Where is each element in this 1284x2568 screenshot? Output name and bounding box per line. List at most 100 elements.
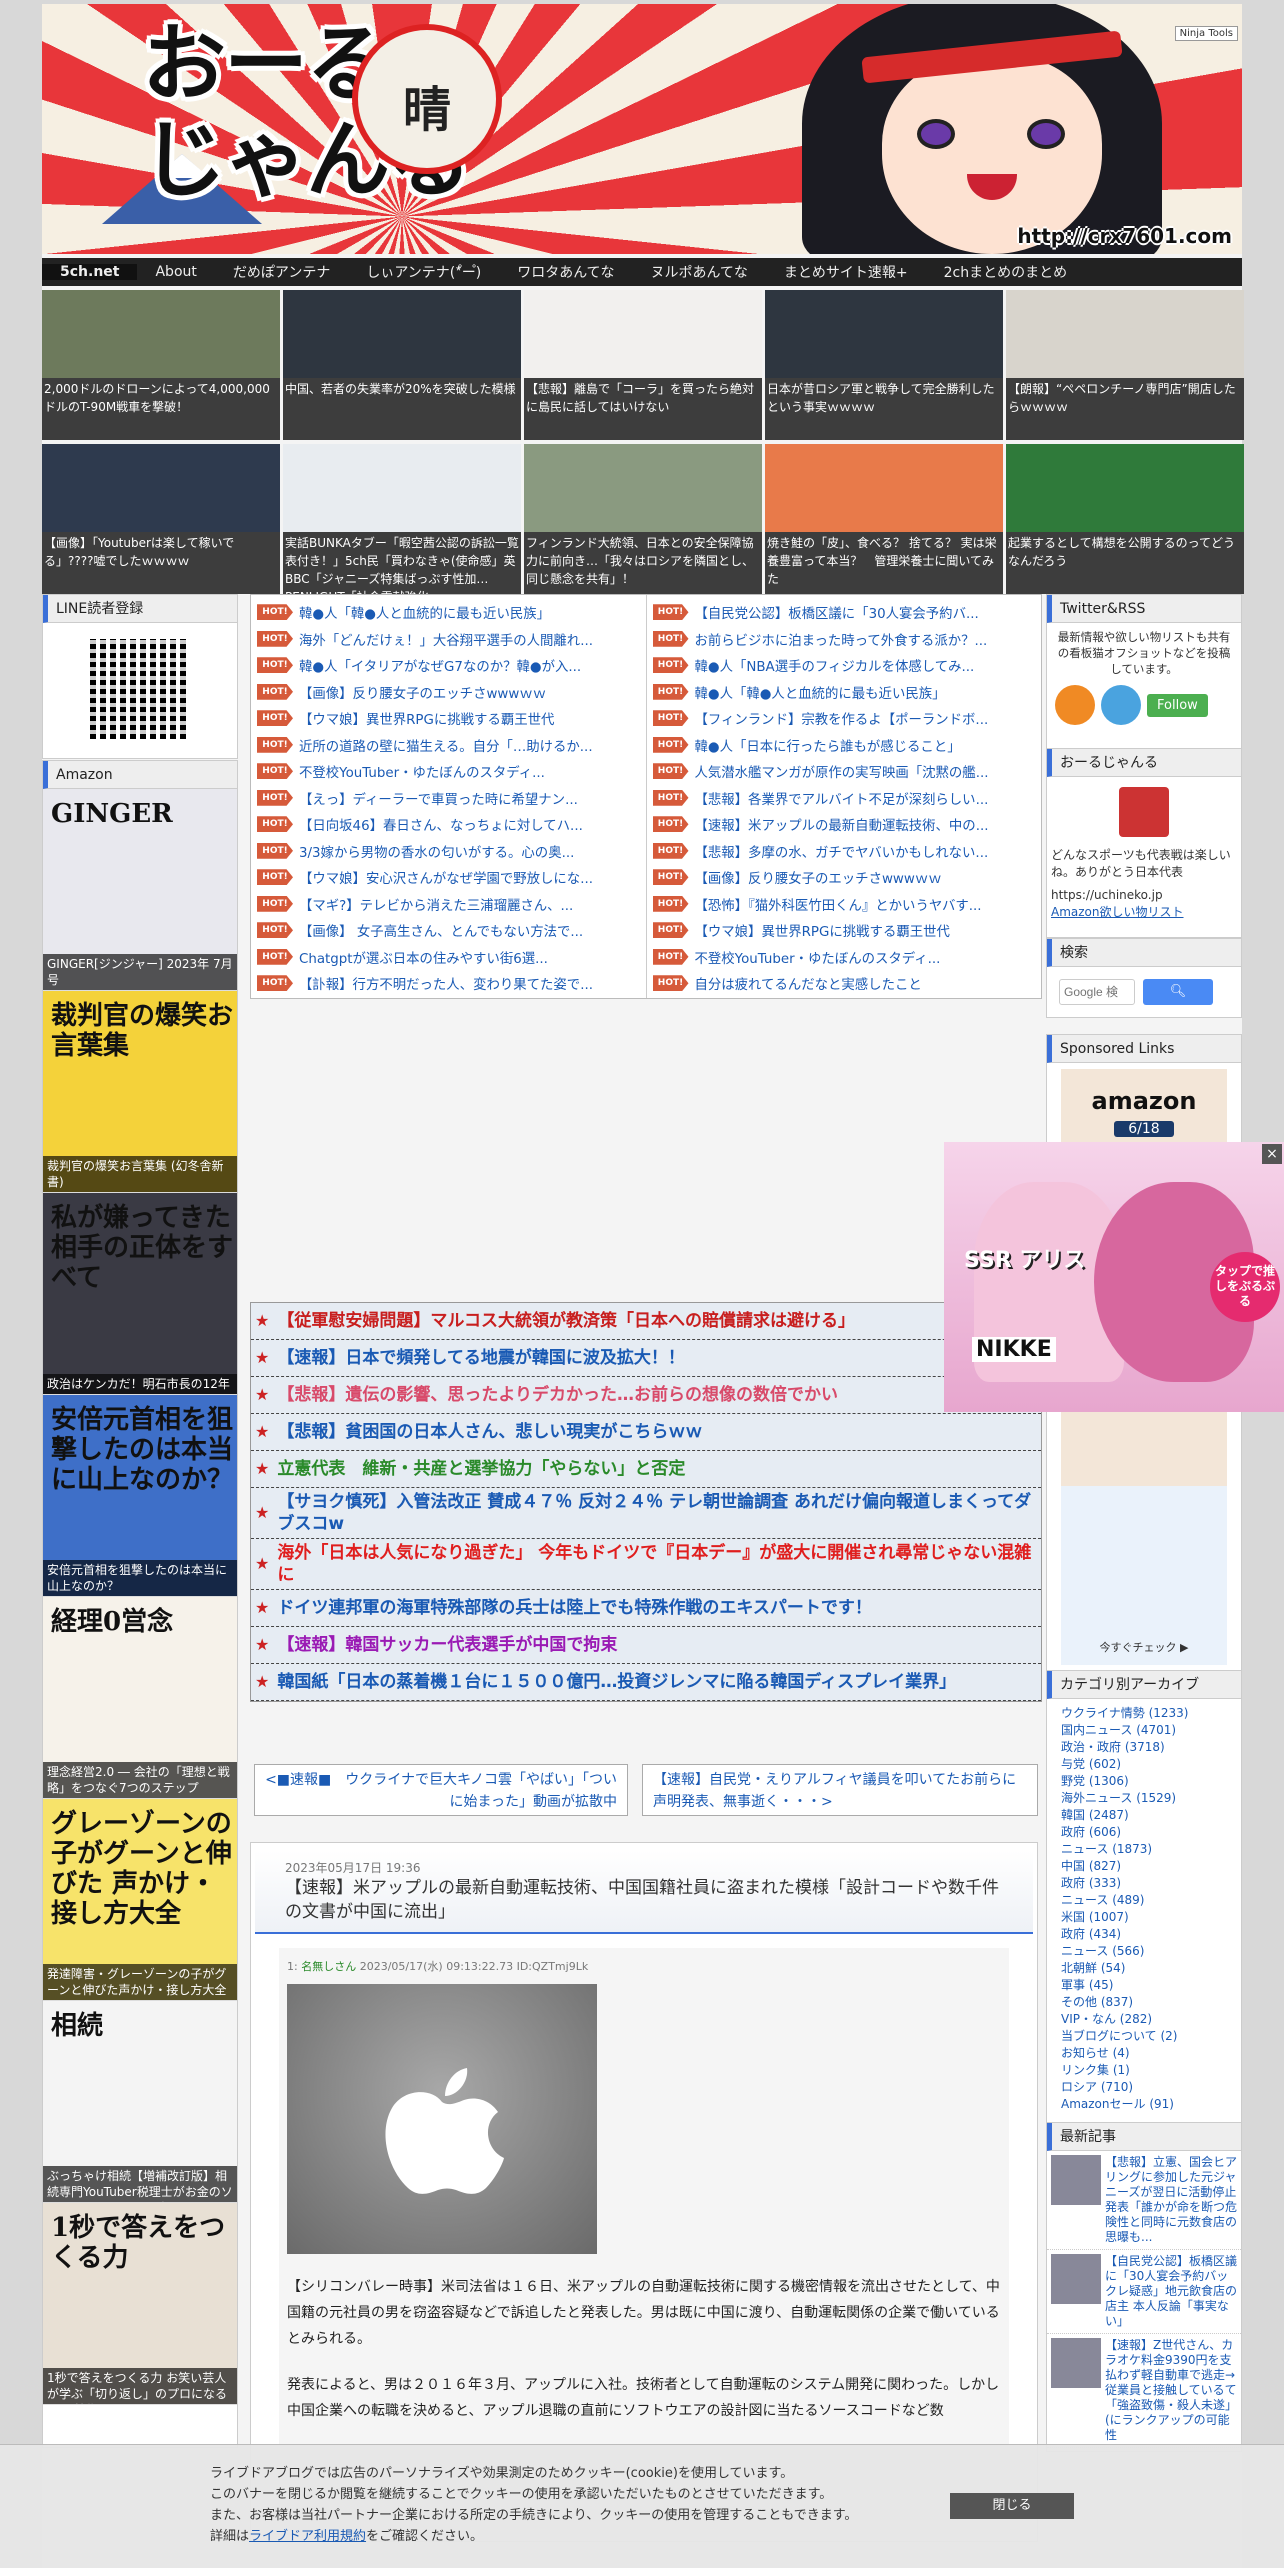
- headline-item[interactable]: ★ 海外「日本は人気になり過ぎた」 今年もドイツで『日本デー』が盛大に開催され尋常…: [251, 1539, 1041, 1590]
- nav-link-5ch[interactable]: 5ch.net: [42, 264, 138, 280]
- headline-item[interactable]: ★ 【速報】日本で頻発してる地震が韓国に波及拡大！！: [251, 1340, 1041, 1377]
- ranking-item[interactable]: HOT! 【フィンランド】宗教を作るよ【ポーランドボ...: [652, 705, 1036, 732]
- category-link[interactable]: ウクライナ情勢 (1233): [1047, 1705, 1241, 1722]
- twitter-bird-icon[interactable]: [1101, 685, 1141, 725]
- article-title[interactable]: 【速報】米アップルの最新自動運転技術、中国国籍社員に盗まれた模様「設計コードや数…: [285, 1876, 1003, 1924]
- category-link[interactable]: 与党 (602): [1047, 1756, 1241, 1773]
- book-item[interactable]: GINGER GINGER[ジンジャー] 2023年 7月号: [43, 789, 237, 991]
- ranking-item[interactable]: HOT! 【えっ】ディーラーで車買った時に希望ナン...: [257, 785, 640, 812]
- nav-link-about[interactable]: About: [137, 264, 214, 280]
- book-item[interactable]: 経理0営念 理念経営2.0 ― 会社の「理想と戦略」をつなぐ7つのステップ: [43, 1597, 237, 1799]
- nav-link-warota[interactable]: ワロタあんてな: [499, 262, 632, 282]
- category-link[interactable]: 米国 (1007): [1047, 1909, 1241, 1926]
- ranking-item[interactable]: HOT! 【速報】米アップルの最新自動運転技術、中の...: [652, 811, 1036, 838]
- headline-item[interactable]: ★ 【従軍慰安婦問題】マルコス大統領が教済策「日本への賠償請求は避ける」: [251, 1303, 1041, 1340]
- search-button[interactable]: 🔍︎: [1143, 979, 1213, 1005]
- book-item[interactable]: グレーゾーンの子がグーンと伸びた 声かけ・接し方大全 発達障害・グレーゾーンの子が…: [43, 1799, 237, 2001]
- headline-item[interactable]: ★ 【サヨク慎死】入管法改正 賛成４７％ 反対２４％ テレ朝世論調査 あれだけ偏向…: [251, 1488, 1041, 1539]
- ranking-item[interactable]: HOT! 【ウマ娘】異世界RPGに挑戦する覇王世代: [652, 917, 1036, 944]
- ranking-item[interactable]: HOT! お前らビジホに泊まった時って外食する派か？...: [652, 626, 1036, 653]
- ranking-item[interactable]: HOT! 【画像】 女子高生さん、とんでもない方法で...: [257, 917, 640, 944]
- category-link[interactable]: 韓国 (2487): [1047, 1807, 1241, 1824]
- category-link[interactable]: 政治・政府 (3718): [1047, 1739, 1241, 1756]
- headline-item[interactable]: ★ 韓国紙「日本の蒸着機１台に１５００億円…投資ジレンマに陥る韓国ディスプレイ業界…: [251, 1664, 1041, 1701]
- category-link[interactable]: リンク集 (1): [1047, 2062, 1241, 2079]
- nav-link-2ch-matome[interactable]: 2chまとめのまとめ: [926, 262, 1085, 282]
- category-link[interactable]: ニュース (489): [1047, 1892, 1241, 1909]
- headline-item[interactable]: ★ 立憲代表 維新・共産と選挙協力「やらない」と否定: [251, 1451, 1041, 1488]
- ranking-item[interactable]: HOT! 人気潜水艦マンガが原作の実写映画「沈黙の艦...: [652, 758, 1036, 785]
- close-icon[interactable]: ×: [1262, 1144, 1282, 1164]
- category-link[interactable]: 政府 (606): [1047, 1824, 1241, 1841]
- category-link[interactable]: 野党 (1306): [1047, 1773, 1241, 1790]
- category-link[interactable]: 軍事 (45): [1047, 1977, 1241, 1994]
- ranking-item[interactable]: HOT! 【悲報】多摩の水、ガチでヤバいかもしれない...: [652, 838, 1036, 865]
- category-link[interactable]: 国内ニュース (4701): [1047, 1722, 1241, 1739]
- book-item[interactable]: 1秒で答えをつくる力 1秒で答えをつくる力 お笑い芸人が学ぶ「切り返し」のプロにな…: [43, 2203, 237, 2405]
- ranking-item[interactable]: HOT!起業するとして構想を公開するのってどうなん...: [257, 997, 640, 999]
- category-link[interactable]: 中国 (827): [1047, 1858, 1241, 1875]
- thumbnail-card[interactable]: 起業するとして構想を公開するのってどうなんだろう: [1006, 444, 1244, 594]
- ranking-item[interactable]: HOT! 韓●人「日本に行ったら誰もが感じること」: [652, 732, 1036, 759]
- nav-link-shii[interactable]: しぃアンテナ(*゚ー゚): [348, 262, 499, 282]
- ranking-item[interactable]: HOT! 【自民党公認】板橋区議に「30人宴会予約バ...: [652, 599, 1036, 626]
- ranking-item[interactable]: HOT! 【訃報】行方不明だった人、変わり果てた姿で...: [257, 970, 640, 997]
- ranking-item[interactable]: HOT! 【マギ?】テレビから消えた三浦瑠麗さん、...: [257, 891, 640, 918]
- thumbnail-card[interactable]: 【画像】「Youtuberは楽して稼いでる」????嘘でしたｗｗｗｗ: [42, 444, 280, 594]
- category-link[interactable]: 海外ニュース (1529): [1047, 1790, 1241, 1807]
- search-input[interactable]: [1059, 979, 1135, 1005]
- category-link[interactable]: ニュース (1873): [1047, 1841, 1241, 1858]
- ranking-item[interactable]: HOT!【日向坂46】春日さん、なっちょに対してハ...: [653, 997, 1036, 999]
- ranking-item[interactable]: HOT! 【恐怖】『猫外科医竹田くん』とかいうヤバす...: [652, 891, 1036, 918]
- ranking-item[interactable]: HOT! 自分は疲れてるんだなと実感したこと: [652, 970, 1036, 997]
- ranking-item[interactable]: HOT! 海外「どんだけぇ！」大谷翔平選手の人間離れ...: [257, 626, 640, 653]
- headline-item[interactable]: ★ 【速報】韓国サッカー代表選手が中国で拘束: [251, 1627, 1041, 1664]
- book-item[interactable]: 安倍元首相を狙撃したのは本当に山上なのか？ 安倍元首相を狙撃したのは本当に山上なの…: [43, 1395, 237, 1597]
- category-link[interactable]: 北朝鮮 (54): [1047, 1960, 1241, 1977]
- book-item[interactable]: 裁判官の爆笑お言葉集 裁判官の爆笑お言葉集 (幻冬舎新書): [43, 991, 237, 1193]
- thumbnail-card[interactable]: フィンランド大統領、日本との安全保障協力に前向き…「我々はロシアを隣国とし、同じ…: [524, 444, 762, 594]
- ranking-item[interactable]: HOT!【日向坂46】春日さん、なっちょに対してハ...: [257, 811, 640, 838]
- ninja-tools-badge[interactable]: Ninja Tools: [1174, 26, 1238, 41]
- ranking-item[interactable]: HOT! 韓●人「韓●人と血統的に最も近い民族」: [652, 679, 1036, 706]
- recent-item[interactable]: 【速報】Z世代さん、カラオケ料金9390円を支払わず軽自動車で逃走→従業員と接触…: [1047, 2334, 1241, 2448]
- terms-link[interactable]: ライブドア利用規約: [249, 2529, 366, 2544]
- thumbnail-card[interactable]: 焼き鮭の「皮」、食べる？ 捨てる？ 実は栄養豊富って本当？ 管理栄養士に聞いてみ…: [765, 444, 1003, 594]
- ranking-item[interactable]: HOT! 【画像】反り腰女子のエッチさwwwｗｗ: [652, 864, 1036, 891]
- ranking-item[interactable]: HOT! 韓●人「NBA選手のフィジカルを体感してみ...: [652, 652, 1036, 679]
- thumbnail-card[interactable]: 2,000ドルのドローンによって4,000,000ドルのT-90M戦車を撃破！: [42, 290, 280, 440]
- thumbnail-card[interactable]: 日本が昔ロシア軍と戦争して完全勝利したという事実ｗｗｗｗ: [765, 290, 1003, 440]
- thumbnail-card[interactable]: 【悲報】離島で「コーラ」を買ったら絶対に島民に話してはいけない: [524, 290, 762, 440]
- nav-link-matome-plus[interactable]: まとめサイト速報+: [766, 262, 926, 282]
- headline-item[interactable]: ★ 【悲報】貧困国の日本人さん、悲しい現実がこちらｗｗ: [251, 1414, 1041, 1451]
- book-item[interactable]: 相続ぶっちゃけ相続【増補改訂版】相続専門YouTuber税理士がお金のソンとトク…: [43, 2001, 237, 2203]
- next-article-link[interactable]: 【速報】自民党・えりアルフィヤ議員を叩いてたお前らに声明発表、無事逝く・・・>: [642, 1764, 1038, 1816]
- category-link[interactable]: お知らせ (4): [1047, 2045, 1241, 2062]
- cookie-close-button[interactable]: 閉じる: [950, 2493, 1074, 2519]
- book-item[interactable]: 私が嫌ってきた相手の正体をすべて 政治はケンカだ！明石市長の12年: [43, 1193, 237, 1395]
- ranking-item[interactable]: HOT! 不登校YouTuber・ゆたぼんのスタディ...: [652, 944, 1036, 971]
- category-link[interactable]: 政府 (333): [1047, 1875, 1241, 1892]
- headline-item[interactable]: ★ ドイツ連邦軍の海軍特殊部隊の兵士は陸上でも特殊作戦のエキスパートです！: [251, 1590, 1041, 1627]
- thumbnail-card[interactable]: 中国、若者の失業率が20%を突破した模様: [283, 290, 521, 440]
- floating-game-ad[interactable]: × SSR アリス NIKKE タップで推しをぷるぷる: [944, 1142, 1284, 1412]
- rss-icon[interactable]: [1055, 685, 1095, 725]
- category-link[interactable]: ロシア (710): [1047, 2079, 1241, 2096]
- ranking-item[interactable]: HOT! 不登校YouTuber・ゆたぼんのスタディ...: [257, 758, 640, 785]
- recent-item[interactable]: 【悲報】立憲、国会ヒアリングに参加した元ジャニーズが翌日に活動停止発表「誰かが命…: [1047, 2151, 1241, 2250]
- ranking-item[interactable]: HOT! Chatgptが選ぶ日本の住みやすい街6選...: [257, 944, 640, 971]
- ranking-item[interactable]: HOT! 【ウマ娘】異世界RPGに挑戦する覇王世代: [257, 705, 640, 732]
- line-qr-code[interactable]: [90, 639, 190, 739]
- category-link[interactable]: Amazonセール (91): [1047, 2096, 1241, 2113]
- ranking-item[interactable]: HOT! 韓●人「イタリアがなぜG7なのか？韓●が入...: [257, 652, 640, 679]
- ranking-item[interactable]: HOT! 韓●人「韓●人と血統的に最も近い民族」: [257, 599, 640, 626]
- thumbnail-card[interactable]: 【朗報】“ぺペロンチーノ専門店”開店したらｗｗｗｗ: [1006, 290, 1244, 440]
- nav-link-damepo[interactable]: だめぽアンテナ: [215, 262, 348, 282]
- category-link[interactable]: 当ブログについて (2): [1047, 2028, 1241, 2045]
- recent-item[interactable]: 【自民党公認】板橋区議に「30人宴会予約バックレ疑惑」地元飲食店の店主 本人反論…: [1047, 2250, 1241, 2334]
- headline-item[interactable]: ★ 【悲報】遺伝の影響、思ったよりデカかった…お前らの想像の数倍でかい: [251, 1377, 1041, 1414]
- category-link[interactable]: その他 (837): [1047, 1994, 1241, 2011]
- ranking-item[interactable]: HOT! 近所の道路の壁に猫生える。自分「…助けるか...: [257, 732, 640, 759]
- ranking-item[interactable]: HOT! 【ウマ娘】安心沢さんがなぜ学園で野放しにな...: [257, 864, 640, 891]
- site-banner[interactable]: おーる じゃんる 晴 Ninja Tools http://crx7601.co…: [42, 4, 1242, 254]
